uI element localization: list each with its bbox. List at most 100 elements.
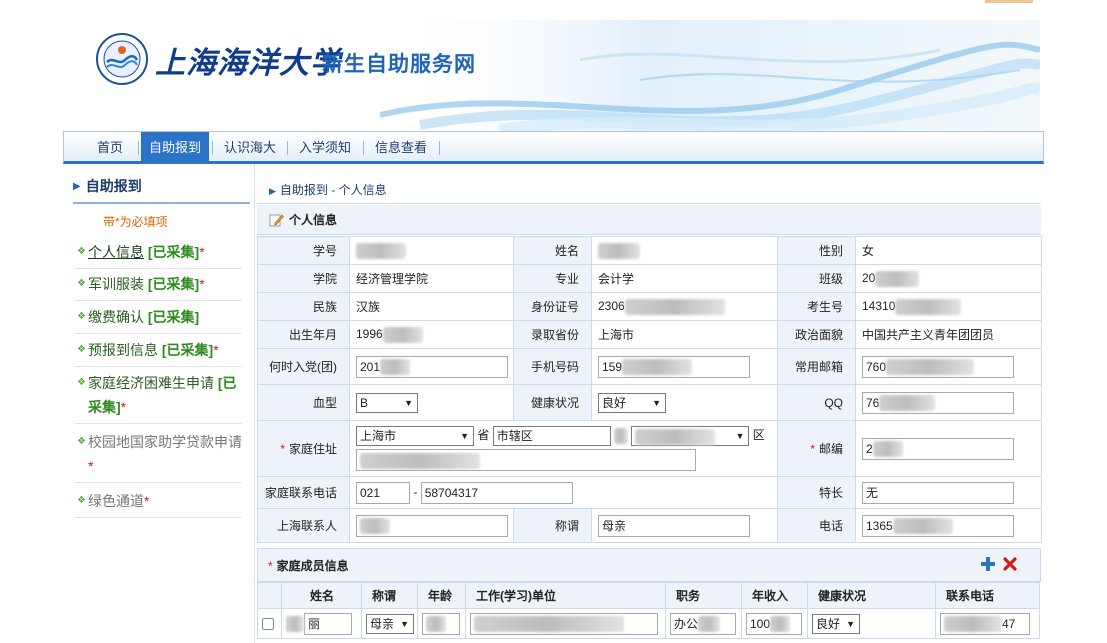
sh-contact-input[interactable] bbox=[356, 514, 508, 537]
nav-home[interactable]: 首页 bbox=[84, 132, 136, 162]
column-header: 姓名 bbox=[281, 582, 362, 609]
postcode-input[interactable]: 2 bbox=[862, 437, 1014, 460]
column-header-select bbox=[257, 582, 282, 609]
nav-self-checkin[interactable]: 自助报到 bbox=[141, 132, 209, 162]
sidebar: ▶ 自助报到 带*为必填项 ❖ 个人信息 [已采集]* ❖ 军训服装 [已采集]*… bbox=[63, 164, 255, 643]
member-income-text: 100 bbox=[750, 616, 771, 631]
required-star: * bbox=[199, 244, 205, 260]
family-section-title: 家庭成员信息 bbox=[276, 559, 349, 573]
redacted-value bbox=[892, 518, 953, 535]
sidebar-item-label: 军训服装 bbox=[88, 276, 144, 292]
nav-separator bbox=[212, 141, 213, 155]
value-college: 经济管理学院 bbox=[349, 264, 514, 293]
redacted-value bbox=[624, 298, 725, 315]
sidebar-item-student-loan[interactable]: ❖ 校园地国家助学贷款申请 * bbox=[75, 430, 242, 483]
nav-admission-notice[interactable]: 入学须知 bbox=[290, 132, 360, 162]
value-home-addr: 上海市 ▼ 省 市辖区 ▼ 区 bbox=[349, 420, 778, 477]
label-birth: 出生年月 bbox=[257, 320, 350, 349]
required-star: * bbox=[280, 442, 285, 456]
column-header: 称谓 bbox=[361, 582, 418, 609]
blood-type-select[interactable]: B ▼ bbox=[356, 392, 418, 413]
table-row: 丽 母亲 ▼ 办公 100 良好 ▼ 47 bbox=[257, 608, 1040, 639]
class-text: 20 bbox=[862, 270, 876, 285]
status-tag: [已采集] bbox=[161, 342, 214, 358]
sidebar-item-financial-aid[interactable]: ❖ 家庭经济困难生申请 [已采集]* bbox=[75, 371, 242, 424]
sidebar-item-pre-checkin[interactable]: ❖ 预报到信息 [已采集]* bbox=[75, 338, 242, 367]
member-age-input[interactable] bbox=[422, 612, 460, 635]
birth-text: 1996 bbox=[356, 326, 383, 341]
nav-about[interactable]: 认识海大 bbox=[216, 132, 284, 162]
bullet-icon: ❖ bbox=[77, 278, 86, 289]
sidebar-item-military-uniform[interactable]: ❖ 军训服装 [已采集]* bbox=[75, 272, 242, 301]
label-join-party: 何时入党(团) bbox=[257, 348, 350, 385]
delete-x-icon[interactable] bbox=[1003, 557, 1017, 571]
wave-banner-graphic bbox=[380, 20, 1040, 132]
dropdown-arrow-icon: ▼ bbox=[460, 431, 469, 441]
cell-employer bbox=[465, 608, 666, 639]
nav-info-view[interactable]: 信息查看 bbox=[366, 132, 436, 162]
health-select[interactable]: 良好 ▼ bbox=[598, 392, 666, 413]
city-select[interactable]: 市辖区 bbox=[492, 426, 611, 446]
section-title: 个人信息 bbox=[289, 213, 338, 227]
member-position-text: 办公 bbox=[674, 616, 699, 631]
nav-separator bbox=[439, 141, 440, 155]
redacted-value bbox=[356, 242, 406, 259]
relation-input[interactable]: 母亲 bbox=[598, 514, 750, 537]
mobile-input[interactable]: 159 bbox=[598, 355, 750, 378]
label-id-number: 身份证号 bbox=[513, 292, 592, 321]
redacted-value bbox=[895, 298, 962, 315]
sidebar-item-personal-info[interactable]: ❖ 个人信息 [已采集]* bbox=[75, 240, 242, 269]
cell-name: 丽 bbox=[281, 608, 362, 639]
dropdown-arrow-icon: ▼ bbox=[652, 397, 661, 408]
member-name-input[interactable]: 丽 bbox=[304, 612, 352, 635]
label-class: 班级 bbox=[777, 264, 856, 293]
label-health: 健康状况 bbox=[513, 384, 592, 421]
province-select[interactable]: 上海市 ▼ bbox=[356, 426, 474, 446]
redacted-value bbox=[886, 359, 975, 376]
qq-text: 76 bbox=[866, 395, 880, 410]
status-tag: [已采集] bbox=[147, 309, 200, 325]
home-phone-area-input[interactable]: 021 bbox=[356, 481, 410, 504]
exam-no-text: 14310 bbox=[862, 298, 896, 313]
email-input[interactable]: 760 bbox=[862, 355, 1014, 378]
sidebar-title: ▶ 自助报到 bbox=[73, 176, 250, 204]
member-health-text: 良好 bbox=[816, 616, 841, 631]
value-join-party: 201 bbox=[349, 348, 514, 385]
add-plus-icon[interactable] bbox=[981, 557, 995, 571]
join-party-input[interactable]: 201 bbox=[356, 355, 508, 378]
bullet-icon: ❖ bbox=[77, 436, 86, 447]
sidebar-item-payment-confirm[interactable]: ❖ 缴费确认 [已采集] bbox=[75, 305, 242, 334]
column-header: 年龄 bbox=[417, 582, 466, 609]
row-checkbox[interactable] bbox=[262, 618, 274, 631]
home-phone-number-input[interactable]: 58704317 bbox=[420, 481, 573, 504]
value-mobile: 159 bbox=[591, 348, 778, 385]
required-star: * bbox=[810, 442, 815, 456]
member-income-input[interactable]: 100 bbox=[746, 612, 802, 635]
value-qq: 76 bbox=[855, 384, 1042, 421]
bullet-icon: ❖ bbox=[77, 246, 86, 257]
row-select-cell bbox=[257, 608, 282, 639]
school-name: 上海海洋大学 bbox=[155, 46, 341, 81]
phone-input[interactable]: 1365 bbox=[862, 514, 1014, 537]
member-position-input[interactable]: 办公 bbox=[670, 612, 736, 635]
sidebar-item-label: 个人信息 bbox=[88, 244, 144, 260]
specialty-input[interactable]: 无 bbox=[862, 481, 1014, 504]
label-blood: 血型 bbox=[257, 384, 350, 421]
member-relation-select[interactable]: 母亲 ▼ bbox=[366, 613, 414, 634]
street-address-input[interactable] bbox=[356, 449, 696, 471]
dropdown-arrow-icon: ▼ bbox=[735, 431, 745, 441]
member-phone-input[interactable]: 47 bbox=[940, 612, 1030, 635]
cell-income: 100 bbox=[741, 608, 808, 639]
sidebar-item-label: 绿色通道 bbox=[88, 493, 144, 509]
redacted-value bbox=[875, 270, 920, 287]
email-text: 760 bbox=[866, 359, 887, 374]
member-employer-input[interactable] bbox=[470, 612, 658, 635]
sidebar-item-green-channel[interactable]: ❖ 绿色通道* bbox=[75, 489, 242, 518]
sidebar-item-label: 校园地国家助学贷款申请 bbox=[88, 434, 242, 450]
value-sh-contact bbox=[349, 508, 514, 543]
qq-input[interactable]: 76 bbox=[862, 391, 1014, 414]
main-nav: 首页 自助报到 认识海大 入学须知 信息查看 bbox=[63, 131, 1044, 164]
district-select[interactable]: ▼ bbox=[631, 426, 750, 446]
member-health-select[interactable]: 良好 ▼ bbox=[812, 613, 860, 634]
label-student-id: 学号 bbox=[257, 236, 350, 265]
